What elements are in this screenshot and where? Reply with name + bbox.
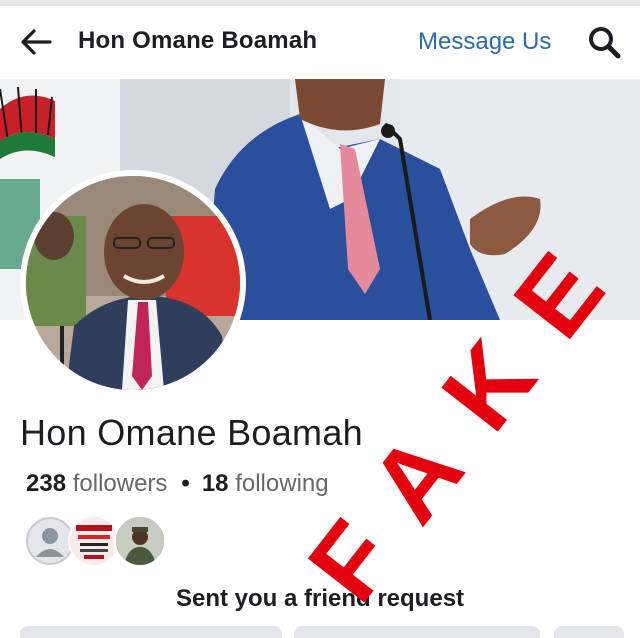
message-us-button[interactable]: Message Us [418,28,551,56]
followers-count[interactable]: 238 [26,470,66,497]
top-bar: Hon Omane Boamah Message Us [0,0,640,78]
following-label[interactable]: following [235,470,328,497]
stats-separator: • [181,470,190,497]
profile-name: Hon Omane Boamah [20,412,363,453]
mutual-friends[interactable] [24,515,174,567]
page-title: Hon Omane Boamah [78,27,318,54]
action-buttons-row [0,626,640,638]
mutual-friend-thumbnail[interactable] [68,515,120,567]
following-count[interactable]: 18 [202,470,229,497]
arrow-left-icon[interactable] [18,26,54,58]
delete-button[interactable] [294,626,540,638]
follow-stats: 238 followers • 18 following [26,470,329,498]
mutual-friend-thumbnail[interactable] [114,515,166,567]
followers-label[interactable]: followers [73,470,168,497]
more-button[interactable] [554,626,624,638]
confirm-button[interactable] [20,626,282,638]
profile-picture[interactable] [26,176,240,390]
search-icon[interactable] [584,22,624,62]
friend-request-text: Sent you a friend request [175,585,465,612]
status-strip [0,0,640,6]
